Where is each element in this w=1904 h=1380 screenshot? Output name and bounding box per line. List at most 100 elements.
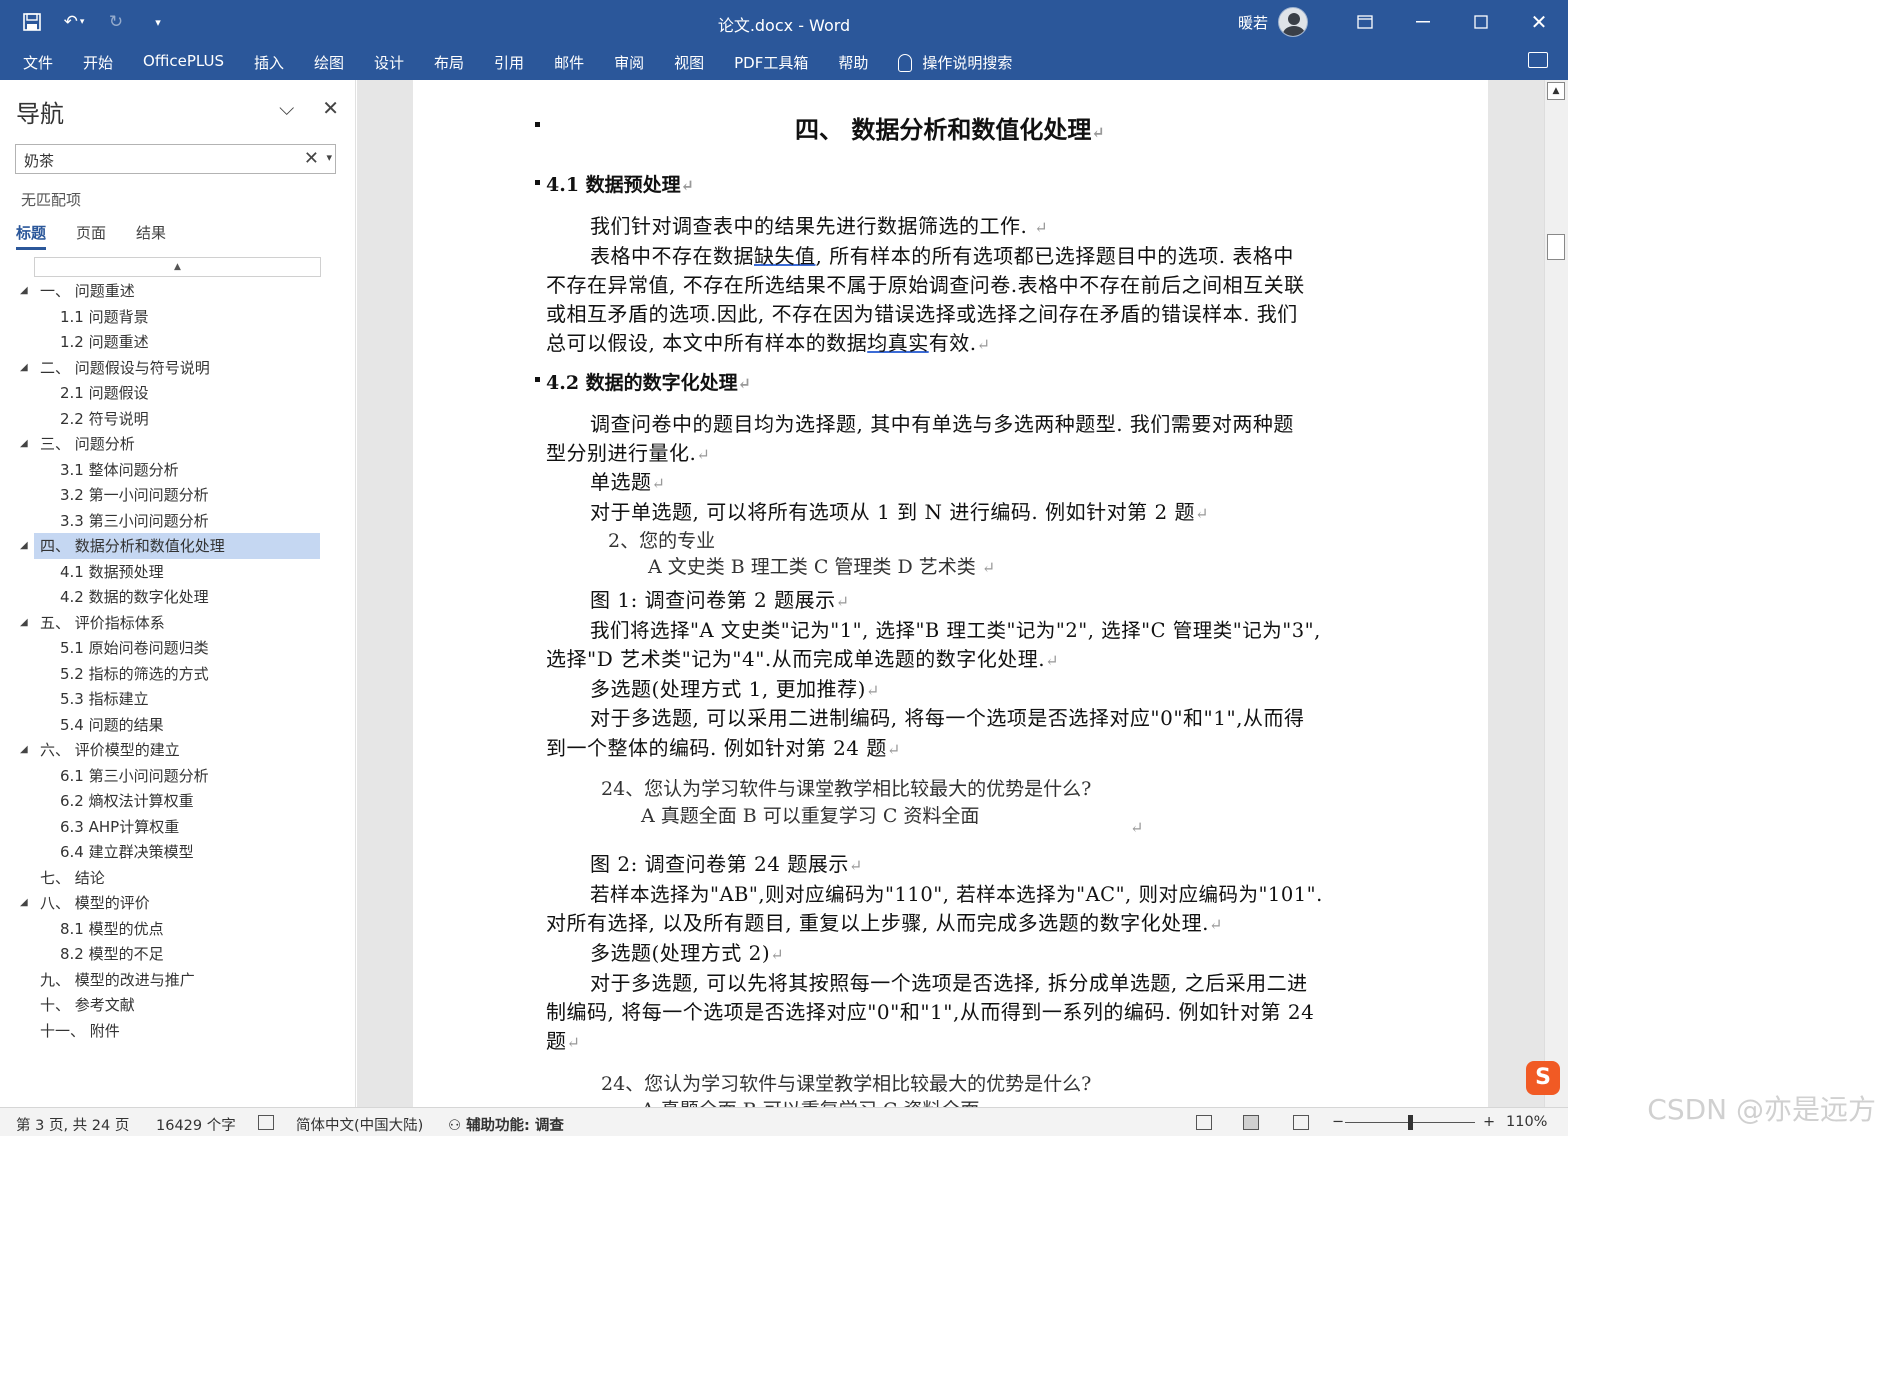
- scroll-up-arrow-icon[interactable]: ▲: [1547, 82, 1565, 100]
- chevron-down-icon[interactable]: ⌵: [279, 96, 294, 120]
- nav-heading-item[interactable]: 十、 参考文献: [0, 992, 356, 1018]
- options-text: A 文史类 B 理工类 C 管理类 D 艺术类: [648, 556, 976, 578]
- nav-tab[interactable]: 标题: [16, 222, 47, 250]
- nav-heading-item[interactable]: ◢ 五、 评价指标体系: [0, 610, 356, 636]
- nav-heading-label: 五、 评价指标体系: [40, 613, 165, 632]
- collapse-triangle-icon[interactable]: ◢: [20, 897, 28, 908]
- maximize-icon[interactable]: [1452, 0, 1510, 44]
- close-icon[interactable]: ✕: [1510, 0, 1568, 44]
- nav-heading-item[interactable]: ◢ 三、 问题分析: [0, 431, 356, 457]
- zoom-in-icon[interactable]: +: [1483, 1114, 1495, 1130]
- ribbon-tab[interactable]: 帮助: [823, 50, 883, 75]
- nav-heading-item[interactable]: 3.1 整体问题分析: [0, 457, 356, 483]
- nav-heading-item[interactable]: 6.1 第三小问问题分析: [0, 763, 356, 789]
- ribbon-tab[interactable]: 布局: [419, 50, 479, 75]
- close-icon[interactable]: ✕: [322, 96, 339, 120]
- nav-heading-item[interactable]: 4.2 数据的数字化处理: [0, 584, 356, 610]
- ribbon-tab[interactable]: 引用: [479, 50, 539, 75]
- nav-heading-item[interactable]: ◢ 一、 问题重述: [0, 278, 356, 304]
- nav-heading-item[interactable]: 5.2 指标的筛选的方式: [0, 661, 356, 687]
- ribbon-tab[interactable]: 设计: [359, 50, 419, 75]
- minimize-icon[interactable]: [1394, 0, 1452, 44]
- vertical-scrollbar[interactable]: ▲: [1544, 80, 1568, 1107]
- zoom-out-icon[interactable]: −: [1332, 1114, 1344, 1130]
- nav-heading-label: 六、 评价模型的建立: [40, 741, 180, 760]
- print-layout-icon[interactable]: [1243, 1115, 1259, 1130]
- nav-heading-item[interactable]: 5.4 问题的结果: [0, 712, 356, 738]
- nav-heading-item[interactable]: ◢ 四、 数据分析和数值化处理: [0, 533, 356, 559]
- nav-heading-item[interactable]: 2.2 符号说明: [0, 406, 356, 432]
- heading-2-1-text: 4.1 数据预处理: [546, 174, 681, 196]
- nav-heading-item[interactable]: 九、 模型的改进与推广: [0, 967, 356, 993]
- ribbon-tab[interactable]: 审阅: [599, 50, 659, 75]
- nav-heading-item[interactable]: 5.3 指标建立: [0, 686, 356, 712]
- document-page[interactable]: 四、 数据分析和数值化处理↵ 4.1 数据预处理↵ 我们针对调查表中的结果先进行…: [413, 80, 1488, 1107]
- language[interactable]: 简体中文(中国大陆): [296, 1114, 423, 1135]
- collapse-triangle-icon[interactable]: ◢: [20, 362, 28, 373]
- web-layout-icon[interactable]: [1293, 1115, 1309, 1130]
- nav-heading-item[interactable]: 8.1 模型的优点: [0, 916, 356, 942]
- zoom-level[interactable]: 110%: [1506, 1114, 1547, 1130]
- nav-heading-item[interactable]: ◢ 六、 评价模型的建立: [0, 737, 356, 763]
- ribbon-tab[interactable]: 邮件: [539, 50, 599, 75]
- user-name[interactable]: 暖若: [1238, 12, 1268, 33]
- nav-heading-item[interactable]: 1.2 问题重述: [0, 329, 356, 355]
- nav-heading-item[interactable]: 5.1 原始问卷问题归类: [0, 635, 356, 661]
- tell-me-search[interactable]: 操作说明搜索: [883, 50, 1027, 75]
- nav-heading-item[interactable]: 十一、 附件: [0, 1018, 356, 1044]
- ribbon-tab[interactable]: PDF工具箱: [719, 50, 823, 75]
- nav-heading-item[interactable]: 4.1 数据预处理: [0, 559, 356, 585]
- nav-heading-label: 6.4 建立群决策模型: [60, 843, 194, 862]
- avatar[interactable]: [1278, 7, 1308, 37]
- nav-heading-item[interactable]: 3.3 第三小问问题分析: [0, 508, 356, 534]
- collapse-triangle-icon[interactable]: ◢: [20, 438, 28, 449]
- nav-search-input[interactable]: 奶茶 ✕ ▾: [15, 144, 336, 174]
- proofing-icon[interactable]: [258, 1115, 274, 1130]
- paragraph-mark: ↵: [737, 374, 752, 393]
- collapse-triangle-icon[interactable]: ◢: [20, 744, 28, 755]
- nav-tab[interactable]: 页面: [76, 222, 106, 250]
- read-mode-icon[interactable]: [1196, 1115, 1212, 1130]
- word-count[interactable]: 16429 个字: [156, 1114, 236, 1135]
- nav-heading-item[interactable]: 七、 结论: [0, 865, 356, 891]
- ribbon: 文件 开始 OfficePLUS 插入 绘图 设计 布局 引用 邮件 审阅 视图 PDF工具箱 帮助 操作…: [0, 44, 1568, 80]
- accessibility-status[interactable]: ⚇ 辅助功能: 调查: [448, 1114, 564, 1135]
- nav-tab[interactable]: 结果: [136, 222, 166, 250]
- question-text: 2、您的专业: [608, 530, 716, 552]
- heading-2-1: 4.1 数据预处理↵: [546, 170, 694, 197]
- paragraph-mark: ↵: [1045, 651, 1060, 670]
- nav-heading-item[interactable]: ◢ 八、 模型的评价: [0, 890, 356, 916]
- nav-heading-item[interactable]: 1.1 问题背景: [0, 304, 356, 330]
- nav-heading-item[interactable]: 3.2 第一小问问题分析: [0, 482, 356, 508]
- ribbon-tab[interactable]: 文件: [8, 50, 68, 75]
- scrollbar-thumb[interactable]: [1547, 234, 1565, 260]
- watermark: CSDN @亦是远方: [1647, 1093, 1876, 1126]
- collapse-triangle-icon[interactable]: ◢: [20, 285, 28, 296]
- nav-heading-item[interactable]: 6.2 熵权法计算权重: [0, 788, 356, 814]
- ribbon-tab[interactable]: 视图: [659, 50, 719, 75]
- collapse-triangle-icon[interactable]: ◢: [20, 540, 28, 551]
- nav-heading-item[interactable]: 6.4 建立群决策模型: [0, 839, 356, 865]
- collapse-triangle-icon[interactable]: ◢: [20, 617, 28, 628]
- nav-heading-item[interactable]: 2.1 问题假设: [0, 380, 356, 406]
- ribbon-tabs: 文件 开始 OfficePLUS 插入 绘图 设计 布局 引用 邮件 审阅 视图 PDF工具箱 帮助 操作…: [8, 50, 1027, 75]
- csdn-logo-icon: S: [1526, 1061, 1560, 1095]
- ribbon-display-options-icon[interactable]: [1336, 0, 1394, 44]
- comments-icon[interactable]: [1528, 52, 1548, 68]
- ribbon-tab[interactable]: 插入: [239, 50, 299, 75]
- clear-search-icon[interactable]: ✕: [304, 148, 319, 169]
- paragraph-mark: ↵: [976, 335, 991, 354]
- scroll-up-icon[interactable]: ▲: [34, 257, 321, 277]
- page-count[interactable]: 第 3 页, 共 24 页: [16, 1114, 129, 1135]
- search-options-chevron-icon[interactable]: ▾: [326, 151, 332, 164]
- question-text: 24、您认为学习软件与课堂教学相比较最大的优势是什么?: [601, 778, 1092, 800]
- ribbon-tab[interactable]: 开始: [68, 50, 128, 75]
- zoom-slider-thumb[interactable]: [1408, 1115, 1413, 1130]
- paragraph-line: 或相互矛盾的选项.因此, 不存在因为错误选择或选择之间存在矛盾的错误样本. 我们: [546, 302, 1298, 326]
- ribbon-tab[interactable]: 绘图: [299, 50, 359, 75]
- nav-heading-item[interactable]: ◢ 二、 问题假设与符号说明: [0, 355, 356, 381]
- nav-heading-item[interactable]: 8.2 模型的不足: [0, 941, 356, 967]
- paragraph-line: 若样本选择为"AB",则对应编码为"110", 若样本选择为"AC", 则对应编…: [590, 883, 1323, 906]
- nav-heading-item[interactable]: 6.3 AHP计算权重: [0, 814, 356, 840]
- ribbon-tab[interactable]: OfficePLUS: [128, 50, 239, 75]
